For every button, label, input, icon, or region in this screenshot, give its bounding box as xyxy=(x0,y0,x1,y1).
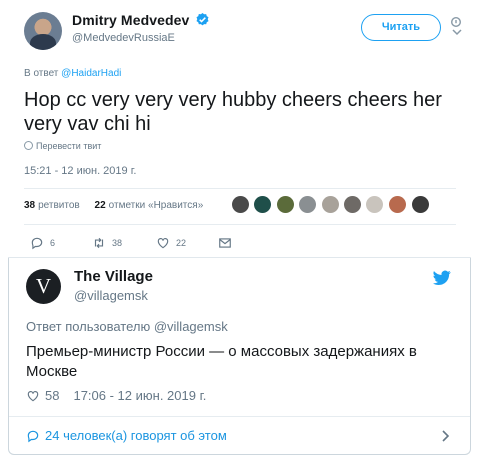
liker-avatar[interactable] xyxy=(299,196,316,213)
retweet-count: 38 xyxy=(112,238,123,248)
verified-badge-icon xyxy=(196,12,209,26)
retweets-label: ретвитов xyxy=(38,200,80,211)
likes-count: 22 xyxy=(94,200,106,211)
like-action[interactable]: 22 xyxy=(156,236,186,250)
likes-label: отметки «Нравится» xyxy=(108,200,204,211)
quoted-tweet-text: Премьер-министр России — о массовых заде… xyxy=(26,343,417,380)
retweet-action[interactable]: 38 xyxy=(92,236,122,250)
liker-avatar[interactable] xyxy=(366,196,383,213)
conversation-link[interactable]: 24 человек(а) говорят об этом xyxy=(26,428,227,443)
retweets-stat[interactable]: 38 ретвитов xyxy=(24,200,80,211)
reply-mention-link[interactable]: @HaidarHadi xyxy=(61,68,121,79)
liker-avatar[interactable] xyxy=(254,196,271,213)
reply-icon xyxy=(31,237,43,250)
retweets-count: 38 xyxy=(24,200,36,211)
speech-bubble-icon xyxy=(27,430,39,442)
author-name[interactable]: Dmitry Medvedev xyxy=(72,12,189,28)
village-avatar[interactable]: V xyxy=(26,269,61,304)
follow-button[interactable]: Читать xyxy=(361,14,441,41)
author-avatar[interactable] xyxy=(24,12,62,50)
reply-prefix: В ответ xyxy=(24,68,59,79)
divider xyxy=(24,188,456,189)
quoted-author-handle[interactable]: @villagemsk xyxy=(74,288,148,303)
translate-link[interactable]: Перевести твит xyxy=(24,141,101,151)
quoted-meta: 58 17:06 - 12 июн. 2019 г. xyxy=(26,388,206,403)
translate-label: Перевести твит xyxy=(36,141,102,151)
tweet-stats: 38 ретвитов 22 отметки «Нравится» xyxy=(24,200,203,211)
twitter-bird-icon[interactable] xyxy=(433,270,451,286)
heart-icon[interactable] xyxy=(26,389,40,403)
like-count: 22 xyxy=(176,238,187,248)
reply-context: В ответ @HaidarHadi xyxy=(24,68,121,79)
conversation-label: 24 человек(а) говорят об этом xyxy=(45,428,227,443)
reply-action[interactable]: 6 xyxy=(30,236,55,250)
message-icon xyxy=(219,238,231,248)
divider xyxy=(24,224,456,225)
liker-avatar[interactable] xyxy=(412,196,429,213)
quoted-author-name[interactable]: The Village xyxy=(74,268,153,285)
liker-avatar[interactable] xyxy=(344,196,361,213)
reply-count: 6 xyxy=(50,238,56,248)
author-handle[interactable]: @MedvedevRussiaE xyxy=(72,32,175,44)
liker-avatar[interactable] xyxy=(389,196,406,213)
heart-icon xyxy=(157,238,169,249)
main-tweet: Dmitry Medvedev @MedvedevRussiaE Читать … xyxy=(0,0,479,258)
quoted-reply-context: Ответ пользователю @villagemsk xyxy=(26,319,228,334)
quoted-timestamp[interactable]: 17:06 - 12 июн. 2019 г. xyxy=(73,388,206,403)
chevron-right-icon[interactable] xyxy=(441,430,451,442)
caret-down-icon[interactable] xyxy=(451,16,463,36)
tweet-timestamp[interactable]: 15:21 - 12 июн. 2019 г. xyxy=(24,165,136,177)
tweet-text: Hop cc very very very hubby cheers cheer… xyxy=(24,89,442,135)
divider xyxy=(9,416,470,417)
quoted-like-count: 58 xyxy=(45,388,60,403)
liker-avatar[interactable] xyxy=(232,196,249,213)
embedded-tweet-card[interactable]: V The Village @villagemsk Ответ пользова… xyxy=(8,258,471,455)
liker-avatar[interactable] xyxy=(322,196,339,213)
message-action[interactable] xyxy=(218,236,238,250)
retweet-icon xyxy=(94,237,104,249)
liker-avatar[interactable] xyxy=(277,196,294,213)
globe-icon xyxy=(24,141,33,150)
likes-stat[interactable]: 22 отметки «Нравится» xyxy=(95,200,204,211)
